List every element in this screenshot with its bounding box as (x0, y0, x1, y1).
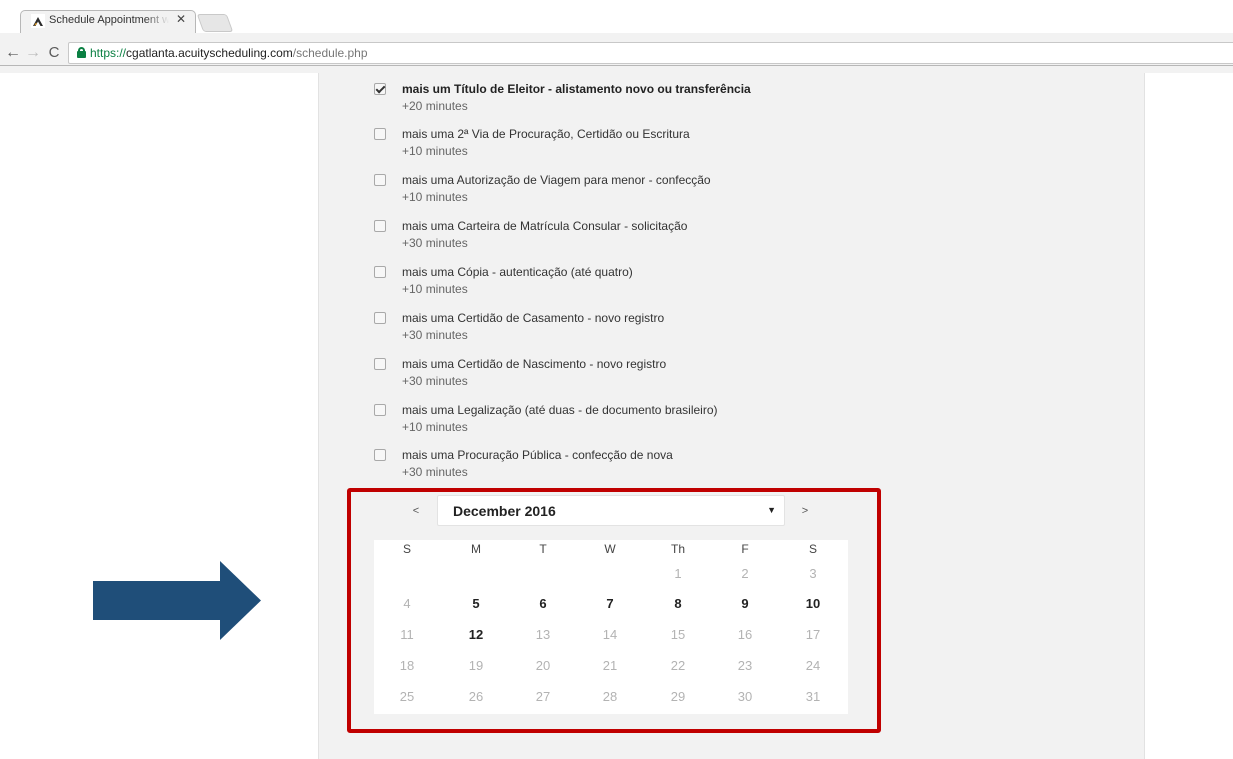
addon-checkbox[interactable] (374, 404, 386, 416)
addon-checkbox[interactable] (374, 128, 386, 140)
addon-duration: +10 minutes (402, 420, 468, 434)
addon-checkbox[interactable] (374, 174, 386, 186)
toolbar-divider (0, 65, 1233, 66)
addon-name: mais uma Legalização (até duas - de docu… (402, 403, 718, 417)
back-arrow-icon[interactable]: ← (4, 44, 22, 62)
new-tab-button[interactable] (196, 14, 234, 32)
calendar-highlight-box (347, 488, 881, 733)
addon-name: mais uma Carteira de Matrícula Consular … (402, 219, 688, 233)
addon-duration: +30 minutes (402, 236, 468, 250)
addon-checkbox[interactable] (374, 358, 386, 370)
addon-checkbox-checked[interactable] (374, 83, 386, 95)
addon-checkbox[interactable] (374, 220, 386, 232)
tab-close-icon[interactable]: ✕ (174, 12, 188, 26)
addon-duration: +30 minutes (402, 374, 468, 388)
forward-arrow-icon[interactable]: → (24, 44, 42, 62)
tab-title: Schedule Appointment w (49, 14, 169, 26)
right-arrow-icon (93, 561, 261, 640)
addon-duration: +20 minutes (402, 99, 468, 113)
url-scheme: https:// (90, 46, 127, 60)
addon-checkbox[interactable] (374, 449, 386, 461)
addon-duration: +10 minutes (402, 190, 468, 204)
addon-name: mais uma Cópia - autenticação (até quatr… (402, 265, 633, 279)
addon-checkbox[interactable] (374, 312, 386, 324)
addon-name: mais uma Certidão de Nascimento - novo r… (402, 357, 667, 371)
addon-name: mais um Título de Eleitor - alistamento … (402, 82, 751, 96)
tab-strip: Schedule Appointment w ✕ (0, 0, 1233, 34)
reload-icon[interactable]: C (45, 44, 63, 62)
acuity-favicon-icon (31, 14, 45, 28)
url-host: cgatlanta.acuityscheduling.com (126, 46, 293, 60)
addon-name: mais uma Procuração Pública - confecção … (402, 448, 673, 462)
url-text[interactable]: https://cgatlanta.acuityscheduling.com/s… (90, 46, 368, 60)
addon-duration: +10 minutes (402, 282, 468, 296)
addon-name: mais uma 2ª Via de Procuração, Certidão … (402, 127, 690, 141)
lock-icon (77, 47, 86, 58)
addon-duration: +30 minutes (402, 328, 468, 342)
addon-name: mais uma Autorização de Viagem para meno… (402, 173, 711, 187)
addon-name: mais uma Certidão de Casamento - novo re… (402, 311, 665, 325)
addon-duration: +30 minutes (402, 465, 468, 479)
addon-checkbox[interactable] (374, 266, 386, 278)
url-path: /schedule.php (292, 46, 368, 60)
addon-duration: +10 minutes (402, 144, 468, 158)
